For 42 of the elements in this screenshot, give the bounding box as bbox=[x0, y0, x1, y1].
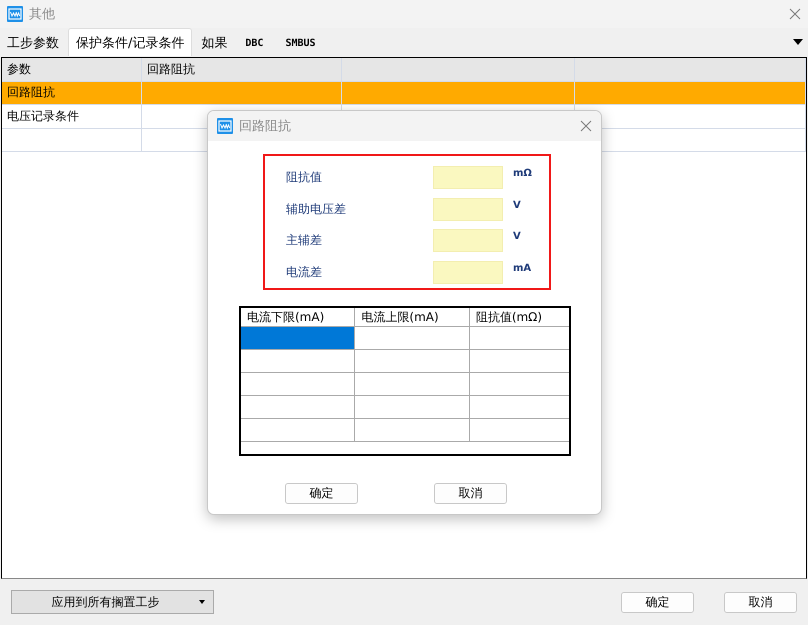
tab[interactable]: 工步参数 bbox=[0, 30, 66, 56]
field-label: 电流差 bbox=[286, 264, 323, 281]
field-label: 辅助电压差 bbox=[286, 200, 347, 218]
dialog-button[interactable]: 确定 bbox=[285, 483, 358, 504]
caret-icon bbox=[199, 600, 205, 604]
table-cell[interactable] bbox=[241, 419, 356, 442]
table-cell[interactable] bbox=[241, 396, 356, 419]
input-field[interactable] bbox=[433, 198, 503, 221]
footer-button[interactable]: 确定 bbox=[621, 592, 694, 612]
field-label: 阻抗值 bbox=[286, 169, 323, 186]
close-icon[interactable] bbox=[580, 120, 592, 132]
close-icon[interactable] bbox=[789, 8, 801, 20]
window-title: 其他 bbox=[29, 6, 56, 23]
table-cell: 回路阻抗 bbox=[2, 82, 142, 104]
column-header: 回路阻抗 bbox=[142, 58, 342, 80]
unit-label: mA bbox=[513, 262, 532, 274]
app-icon bbox=[217, 118, 233, 134]
table-cell[interactable] bbox=[241, 327, 356, 350]
app-icon bbox=[7, 6, 23, 22]
field-label: 主辅差 bbox=[286, 232, 323, 250]
table-row[interactable]: 回路阻抗 bbox=[2, 82, 806, 105]
dialog-button[interactable]: 取消 bbox=[434, 483, 507, 504]
input-field[interactable] bbox=[433, 166, 503, 190]
table-cell[interactable] bbox=[241, 350, 356, 373]
column-header: 电流上限(mA) bbox=[355, 308, 470, 327]
column-header: 阻抗值(mΩ) bbox=[470, 308, 569, 327]
unit-label: V bbox=[513, 200, 521, 210]
apply-dropdown[interactable]: 应用到所有搁置工步 bbox=[11, 590, 214, 614]
footer-button[interactable]: 取消 bbox=[724, 592, 797, 612]
unit-label: mΩ bbox=[513, 168, 532, 179]
tab[interactable]: SMBUS bbox=[274, 30, 327, 56]
table-cell[interactable] bbox=[241, 373, 356, 396]
table-cell: 电压记录条件 bbox=[2, 105, 142, 128]
dialog-title: 回路阻抗 bbox=[239, 118, 292, 135]
input-field[interactable] bbox=[433, 229, 503, 252]
tab[interactable]: DBC bbox=[234, 30, 274, 56]
column-header: 参数 bbox=[2, 58, 142, 80]
tab[interactable]: 保护条件/记录条件 bbox=[68, 28, 192, 56]
unit-label: V bbox=[513, 231, 521, 242]
input-field[interactable] bbox=[433, 260, 503, 284]
dropdown-arrow-icon[interactable] bbox=[793, 39, 803, 45]
tab[interactable]: 如果 bbox=[194, 30, 234, 56]
